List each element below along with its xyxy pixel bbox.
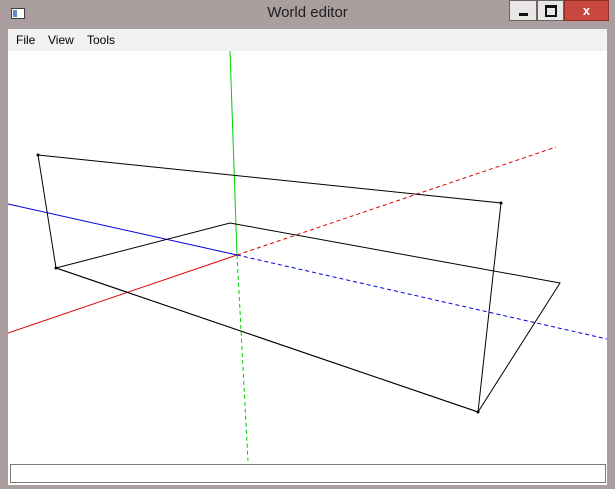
close-button[interactable]: x	[564, 0, 609, 21]
vertical-plane[interactable]	[37, 154, 502, 413]
app-window-icon[interactable]	[11, 8, 25, 19]
y-axis-negative	[236, 254, 249, 461]
status-area	[8, 461, 607, 485]
maximize-icon	[544, 4, 557, 17]
vertex-handle[interactable]	[499, 201, 503, 205]
world-editor-window: World editor x File View Tools	[0, 0, 615, 489]
title-bar[interactable]: World editor x	[0, 0, 615, 28]
menu-view[interactable]: View	[48, 33, 74, 47]
menu-file[interactable]: File	[16, 33, 35, 47]
3d-viewport[interactable]	[8, 51, 607, 461]
x-axis-negative	[8, 254, 238, 334]
scene-canvas[interactable]	[8, 51, 607, 461]
menu-bar: File View Tools	[8, 29, 607, 51]
maximize-button[interactable]	[537, 0, 564, 21]
x-axis-positive	[236, 146, 557, 256]
vertex-handle[interactable]	[54, 266, 58, 270]
close-icon: x	[582, 3, 591, 18]
minimize-icon	[518, 13, 528, 16]
command-input[interactable]	[10, 464, 606, 483]
z-axis-positive	[8, 203, 238, 256]
vertex-handle[interactable]	[476, 410, 480, 414]
ground-plane[interactable]	[54, 222, 561, 413]
minimize-button[interactable]	[509, 0, 537, 21]
menu-tools[interactable]: Tools	[87, 33, 115, 47]
vertex-handle[interactable]	[36, 153, 40, 157]
